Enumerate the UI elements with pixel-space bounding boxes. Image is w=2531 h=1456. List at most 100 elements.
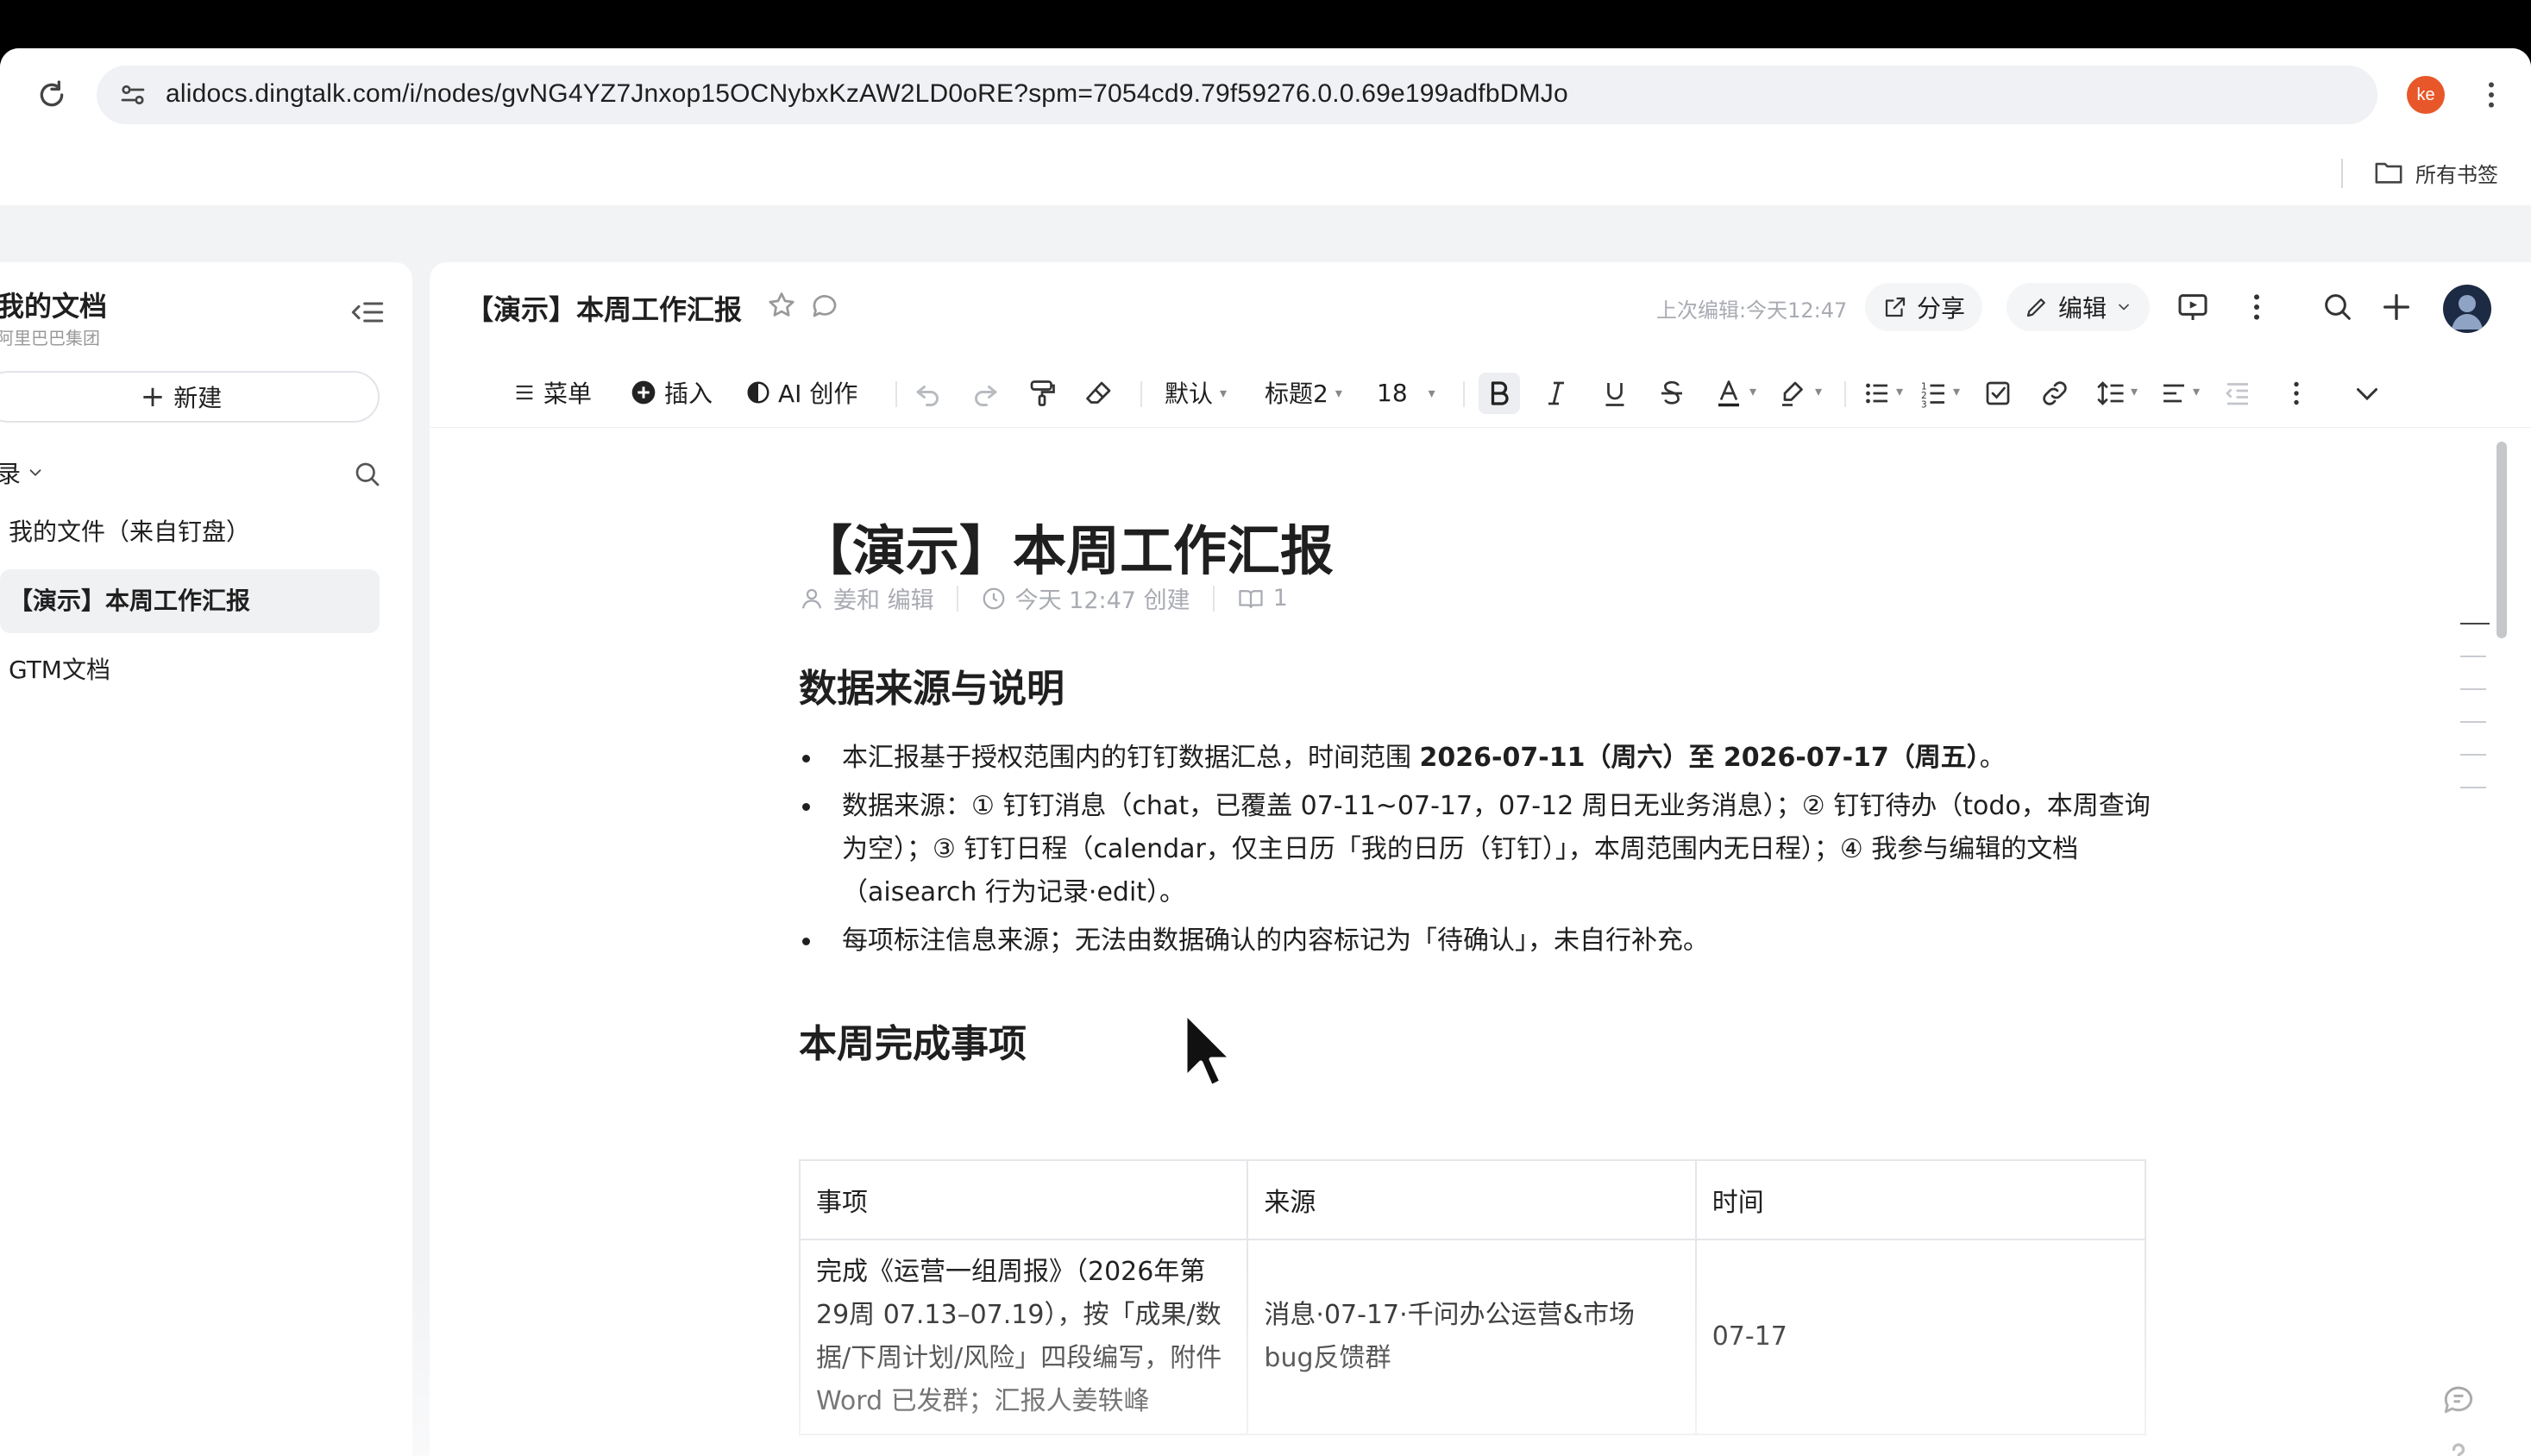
all-bookmarks-label: 所有书签 — [2415, 162, 2498, 187]
present-icon[interactable] — [2176, 290, 2210, 324]
share-button[interactable]: 分享 — [1865, 283, 1983, 331]
more-vertical-icon[interactable] — [2474, 78, 2509, 112]
meta-author[interactable]: 姜和 编辑 — [833, 581, 934, 615]
menu-button[interactable]: 菜单 — [512, 371, 592, 414]
list-item[interactable]: 每项标注信息来源；无法由数据确认的内容标记为「待确认」，未自行补充。 — [799, 919, 2162, 963]
user-avatar[interactable] — [2443, 285, 2491, 333]
eraser-icon[interactable] — [1083, 378, 1115, 409]
outline-marker[interactable] — [2460, 688, 2486, 690]
italic-icon[interactable] — [1541, 378, 1572, 409]
outline-marker[interactable] — [2460, 656, 2486, 657]
insert-button[interactable]: 插入 — [630, 371, 713, 414]
caret-down-icon[interactable]: ▾ — [1749, 383, 1756, 399]
bullet1-date-range: 2026-07-11（周六）至 2026-07-17（周五） — [1419, 743, 1980, 773]
text-style-select[interactable]: 默认 ▾ — [1165, 371, 1227, 414]
highlight-icon[interactable] — [1777, 378, 1808, 409]
ai-create-button[interactable]: AI 创作 — [745, 371, 857, 414]
edit-label: 编辑 — [2058, 294, 2107, 323]
comment-bubble-icon[interactable] — [809, 290, 840, 321]
line-spacing-icon[interactable] — [2096, 378, 2127, 409]
add-icon[interactable] — [2379, 290, 2414, 324]
table-header-cell[interactable]: 来源 — [1247, 1159, 1697, 1240]
collapse-toolbar-icon[interactable] — [2352, 378, 2383, 409]
sidebar-item-my-files[interactable]: 我的文件（来自钉盘） — [0, 500, 380, 564]
toolbar-divider — [1844, 381, 1846, 407]
table-cell[interactable]: 完成《运营一组周报》（2026年第29周 07.13–07.19），按「成果/数… — [798, 1239, 1249, 1435]
section-heading-completed[interactable]: 本周完成事项 — [799, 1013, 1027, 1068]
font-size-select[interactable]: 18 ▾ — [1377, 371, 1435, 414]
user-icon — [801, 588, 822, 609]
comments-panel-icon[interactable] — [2440, 1380, 2478, 1418]
sidebar-subtitle: 阿里巴巴集团 — [0, 328, 100, 348]
table-header-cell[interactable]: 事项 — [798, 1159, 1249, 1240]
chevron-down-icon — [29, 469, 41, 477]
section-heading-data-sources[interactable]: 数据来源与说明 — [799, 657, 1065, 712]
outline-marker[interactable] — [2460, 721, 2486, 723]
meta-created: 今天 12:47 创建 — [1014, 587, 1190, 614]
caret-down-icon[interactable]: ▾ — [2193, 383, 2200, 399]
help-icon[interactable] — [2440, 1435, 2478, 1456]
browser-window: alidocs.dingtalk.com/i/nodes/gvNG4YZ7Jnx… — [0, 48, 2531, 1456]
outline-navigator[interactable] — [2460, 623, 2490, 819]
document-header: 【演示】本周工作汇报 上次编辑:今天12:47 分享 编辑 — [430, 262, 2531, 359]
url-text[interactable]: alidocs.dingtalk.com/i/nodes/gvNG4YZ7Jnx… — [166, 79, 1568, 109]
list-item[interactable]: 数据来源：① 钉钉消息（chat，已覆盖 07-11~07-17，07-12 周… — [799, 785, 2162, 914]
font-size-value: 18 — [1377, 378, 1408, 407]
outline-marker[interactable] — [2460, 754, 2486, 756]
bold-icon[interactable] — [1484, 378, 1515, 409]
sidebar-item-gtm-docs[interactable]: GTM文档 — [0, 638, 380, 702]
table-cell[interactable]: 消息·07-17·千问办公运营&市场bug反馈群 — [1247, 1239, 1697, 1435]
edit-mode-button[interactable]: 编辑 — [2007, 283, 2151, 331]
search-icon[interactable] — [352, 459, 383, 490]
collapse-sidebar-icon[interactable] — [350, 297, 385, 328]
caret-down-icon[interactable]: ▾ — [1953, 383, 1960, 399]
table-cell[interactable]: 07-17 — [1694, 1239, 2147, 1435]
outline-marker[interactable] — [2460, 623, 2490, 624]
align-left-icon[interactable] — [2158, 378, 2189, 409]
mouse-cursor-icon — [1183, 1010, 1234, 1089]
checkbox-icon[interactable] — [1982, 378, 2013, 409]
link-icon[interactable] — [2039, 378, 2070, 409]
scrollbar-thumb[interactable] — [2496, 442, 2507, 638]
outdent-icon[interactable] — [2222, 378, 2253, 409]
list-item[interactable]: 本汇报基于授权范围内的钉钉数据汇总，时间范围 2026-07-11（周六）至 2… — [799, 737, 2162, 780]
strikethrough-icon[interactable] — [1656, 378, 1687, 409]
table-header-cell[interactable]: 时间 — [1694, 1159, 2147, 1240]
book-icon — [1238, 589, 1263, 608]
more-vertical-icon[interactable] — [2281, 378, 2312, 409]
heading-select[interactable]: 标题2 ▾ — [1265, 371, 1342, 414]
bullet-list-icon[interactable] — [1862, 378, 1893, 409]
caret-down-icon[interactable]: ▾ — [2131, 383, 2138, 399]
new-button-label: 新建 — [173, 384, 223, 412]
header-doc-title[interactable]: 【演示】本周工作汇报 — [466, 288, 742, 328]
page-content: 我的文档 阿里巴巴集团 + 新建 录 我的文件（来自钉盘） 【演示】本周工作汇报… — [0, 205, 2531, 1456]
caret-down-icon[interactable]: ▾ — [1815, 383, 1822, 399]
sidebar-item-weekly-report[interactable]: 【演示】本周工作汇报 — [0, 569, 380, 633]
format-painter-icon[interactable] — [1027, 378, 1058, 409]
font-color-icon[interactable] — [1713, 378, 1744, 409]
heading-value: 标题2 — [1265, 380, 1328, 408]
avatar-silhouette-icon — [2452, 295, 2483, 329]
directory-label: 录 — [0, 460, 22, 488]
underline-icon[interactable] — [1599, 378, 1630, 409]
bullet1-prefix: 本汇报基于授权范围内的钉钉数据汇总，时间范围 — [842, 743, 1420, 773]
reload-icon[interactable] — [35, 78, 69, 112]
profile-avatar[interactable]: ke — [2407, 76, 2445, 114]
redo-icon[interactable] — [970, 378, 1001, 409]
caret-down-icon: ▾ — [1428, 384, 1435, 401]
more-vertical-icon[interactable] — [2239, 290, 2274, 324]
search-icon[interactable] — [2321, 290, 2355, 324]
outline-marker[interactable] — [2460, 787, 2486, 788]
caret-down-icon[interactable]: ▾ — [1896, 383, 1903, 399]
all-bookmarks-button[interactable]: 所有书签 — [2374, 155, 2498, 190]
address-bar[interactable]: alidocs.dingtalk.com/i/nodes/gvNG4YZ7Jnx… — [97, 66, 2440, 124]
table-row: 完成《运营一组周报》（2026年第29周 07.13–07.19），按「成果/数… — [798, 1239, 2147, 1435]
document-title[interactable]: 【演示】本周工作汇报 — [799, 507, 1334, 585]
directory-dropdown[interactable]: 录 — [0, 455, 45, 490]
numbered-list-icon[interactable]: 123 — [1919, 378, 1950, 409]
new-document-button[interactable]: + 新建 — [0, 371, 380, 423]
favorite-star-icon[interactable] — [766, 290, 797, 321]
site-settings-icon[interactable] — [117, 79, 148, 110]
completed-items-table: 事项 来源 时间 完成《运营一组周报》（2026年第29周 07.13–07.1… — [798, 1159, 2147, 1435]
undo-icon[interactable] — [913, 378, 944, 409]
